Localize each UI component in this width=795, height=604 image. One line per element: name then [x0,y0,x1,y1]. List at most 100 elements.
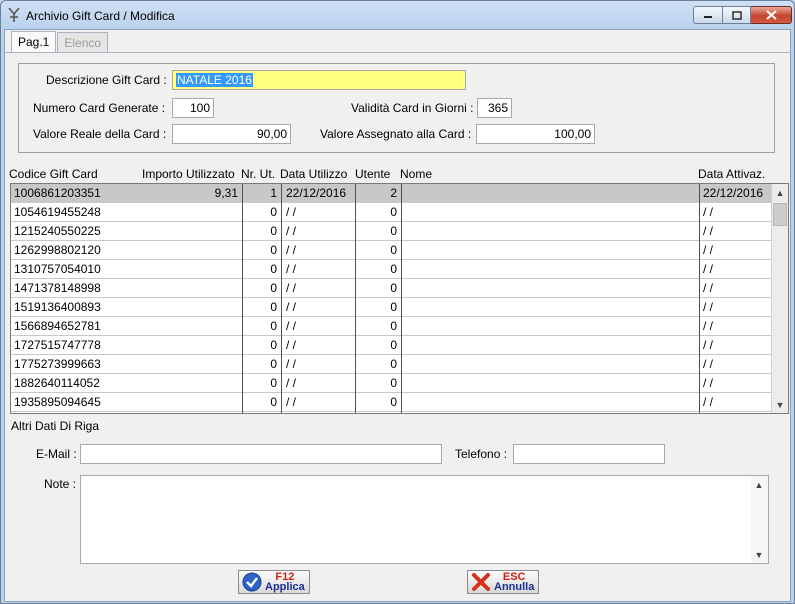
validita-field[interactable]: 365 [477,98,512,118]
cell-nr: 0 [270,281,277,295]
cell-data: / / [286,300,297,314]
cell-data: / / [286,395,297,409]
col-data-utilizzo[interactable]: Data Utilizzo [280,167,347,181]
cell-nr: 0 [270,262,277,276]
cell-utente: 0 [390,338,397,352]
maximize-button[interactable] [723,6,751,24]
col-divider [242,184,243,413]
cell-nr: 0 [270,338,277,352]
cell-nr: 1 [270,186,277,200]
tab-divider [5,52,790,53]
cell-nr: 0 [270,395,277,409]
cell-utente: 0 [390,357,397,371]
cell-data: / / [286,376,297,390]
card-settings-group: Descrizione Gift Card : NATALE 2016 Nume… [18,63,775,153]
telefono-field[interactable] [513,444,665,464]
cell-nome [406,203,696,222]
scroll-up-button[interactable]: ▲ [772,184,788,201]
col-divider [281,184,282,413]
cell-data: / / [286,281,297,295]
tab-strip: Pag.1 Elenco [11,31,109,53]
apply-button[interactable]: F12 Applica [238,570,310,594]
close-icon [765,10,777,20]
descrizione-field[interactable]: NATALE 2016 [172,70,466,90]
valore-reale-field[interactable]: 90,00 [172,124,291,144]
cell-utente: 0 [390,262,397,276]
cell-nome [406,393,696,412]
app-window: Archivio Gift Card / Modifica Pag.1 Elen… [0,0,795,604]
note-scroll-up-button[interactable]: ▲ [751,476,767,493]
cell-nr: 0 [270,300,277,314]
table-row[interactable]: 1310757054010 0 / /0 / / [11,260,772,279]
minimize-icon [704,16,712,18]
cancel-x-icon [472,573,490,591]
cell-attiv: / / [703,357,714,371]
table-row[interactable]: 1775273999663 0 / /0 / / [11,355,772,374]
valore-assegnato-label: Valore Assegnato alla Card : [320,127,472,141]
cell-attiv: / / [703,338,714,352]
grid-header: Codice Gift Card Importo Utilizzato Nr. … [5,165,790,183]
cell-importo: 9,31 [214,186,238,200]
table-row[interactable]: 1566894652781 0 / /0 / / [11,317,772,336]
table-row[interactable]: 1471378148998 0 / /0 / / [11,279,772,298]
table-row[interactable]: 1935895094645 0 / /0 / / [11,393,772,412]
table-row[interactable]: 1215240550225 0 / /0 / / [11,222,772,241]
cell-importo [131,393,241,412]
chevron-up-icon: ▲ [754,479,764,490]
check-icon [242,572,262,592]
cell-data: / / [286,319,297,333]
note-scrollbar[interactable]: ▲ ▼ [751,476,768,563]
note-scroll-down-button[interactable]: ▼ [751,546,767,563]
title-bar[interactable]: Archivio Gift Card / Modifica [1,1,794,29]
cell-data: / / [286,205,297,219]
chevron-down-icon: ▼ [775,399,785,410]
col-nome[interactable]: Nome [400,167,432,181]
cell-nr: 0 [270,243,277,257]
valore-assegnato-field[interactable]: 100,00 [476,124,595,144]
chevron-up-icon: ▲ [775,187,785,198]
email-field[interactable] [80,444,442,464]
cell-utente: 0 [390,395,397,409]
client-area: Pag.1 Elenco Descrizione Gift Card : NAT… [4,29,791,602]
table-row[interactable]: 1006861203351 9,31 1 22/12/2016 2 22/12/2016 [11,184,772,203]
table-row[interactable]: 1882640114052 0 / /0 / / [11,374,772,393]
col-data-attivaz[interactable]: Data Attivaz. [698,167,765,181]
cell-nome [406,298,696,317]
cell-nome [406,336,696,355]
cell-utente: 0 [390,319,397,333]
cancel-label: Annulla [494,581,535,593]
cell-nr: 0 [270,224,277,238]
tab-pag1[interactable]: Pag.1 [11,31,57,53]
cell-nome [406,260,696,279]
grid-scrollbar[interactable]: ▲ ▼ [771,184,788,413]
note-field[interactable]: ▲ ▼ [80,475,769,564]
cell-importo [131,203,241,222]
cell-utente: 0 [390,205,397,219]
cancel-button[interactable]: ESC Annulla [467,570,539,594]
scroll-down-button[interactable]: ▼ [772,396,788,413]
table-row[interactable]: 1519136400893 0 / /0 / / [11,298,772,317]
close-button[interactable] [751,6,792,24]
cell-utente: 2 [390,186,397,200]
minimize-button[interactable] [693,6,723,24]
cell-nr: 0 [270,357,277,371]
tab-elenco[interactable]: Elenco [57,32,109,52]
col-utente[interactable]: Utente [355,167,390,181]
numero-card-field[interactable]: 100 [172,98,214,118]
table-row[interactable]: 1727515747778 0 / /0 / / [11,336,772,355]
table-row[interactable]: 1262998802120 0 / /0 / / [11,241,772,260]
telefono-label: Telefono : [455,447,508,461]
table-row[interactable]: 1054619455248 0 / /0 / / [11,203,772,222]
cell-attiv: / / [703,224,714,238]
cell-attiv: / / [703,319,714,333]
scroll-thumb[interactable] [773,203,787,226]
col-importo[interactable]: Importo Utilizzato [142,167,235,181]
cell-nome [406,241,696,260]
cell-importo [131,298,241,317]
cell-importo [131,374,241,393]
cell-importo [131,317,241,336]
col-codice[interactable]: Codice Gift Card [9,167,98,181]
col-nr-ut[interactable]: Nr. Ut. [241,167,275,181]
cell-utente: 0 [390,281,397,295]
gift-card-grid[interactable]: 1006861203351 9,31 1 22/12/2016 2 22/12/2016 1… [10,183,789,414]
